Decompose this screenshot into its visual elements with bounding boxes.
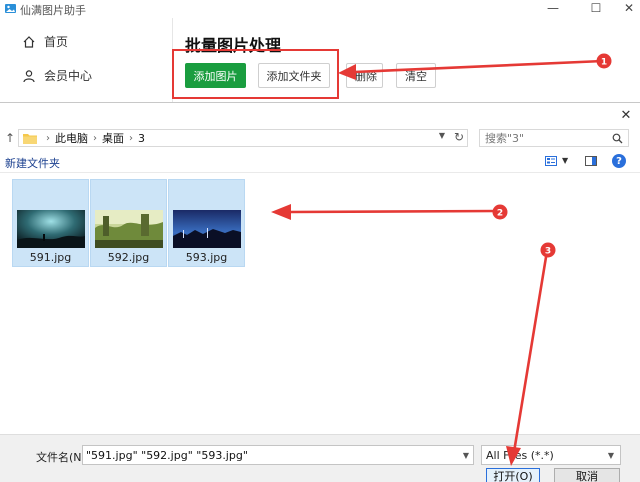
filename-value: "591.jpg" "592.jpg" "593.jpg" bbox=[86, 448, 248, 462]
highlight-box bbox=[172, 49, 339, 99]
dialog-close-button[interactable]: ✕ bbox=[618, 107, 634, 123]
delete-button[interactable]: 删除 bbox=[346, 63, 383, 88]
breadcrumb-separator-icon: › bbox=[93, 132, 97, 144]
breadcrumb-separator-icon: › bbox=[129, 132, 133, 144]
file-open-dialog: ✕ ↑ › 此电脑 › 桌面 › 3 ▼ ↻ 搜索"3" 新建文件夹 ▼ ? 5… bbox=[0, 102, 640, 482]
file-name: 593.jpg bbox=[185, 251, 228, 264]
breadcrumb-this-pc[interactable]: 此电脑 bbox=[55, 130, 88, 146]
annotation-marker-1-label: 1 bbox=[601, 58, 607, 68]
address-row: ↑ › 此电脑 › 桌面 › 3 ▼ ↻ 搜索"3" bbox=[0, 129, 640, 147]
sidebar-item-label: 首页 bbox=[44, 35, 69, 49]
clear-button[interactable]: 清空 bbox=[396, 63, 436, 88]
maximize-button[interactable]: ☐ bbox=[582, 0, 610, 16]
search-input[interactable]: 搜索"3" bbox=[479, 129, 629, 147]
app-titlebar: 仙满图片助手 — ☐ ✕ bbox=[0, 0, 640, 18]
view-options-icon[interactable] bbox=[545, 156, 557, 166]
file-name: 591.jpg bbox=[29, 251, 72, 264]
open-button[interactable]: 打开(O) bbox=[486, 468, 540, 482]
search-icon bbox=[612, 133, 623, 144]
user-icon bbox=[23, 69, 35, 82]
file-thumbnail bbox=[173, 210, 241, 248]
breadcrumb-folder-3[interactable]: 3 bbox=[138, 132, 145, 145]
breadcrumb-desktop[interactable]: 桌面 bbox=[102, 130, 124, 146]
filename-field[interactable]: "591.jpg" "592.jpg" "593.jpg" ▼ bbox=[82, 445, 474, 465]
file-tile[interactable]: 591.jpg bbox=[12, 179, 89, 267]
sidebar-item-home[interactable]: 首页 bbox=[22, 33, 68, 50]
app-logo-icon bbox=[5, 4, 16, 13]
file-thumbnail bbox=[95, 210, 163, 248]
filetype-select[interactable]: All Files (*.*) ▼ bbox=[481, 445, 621, 465]
sidebar-item-label: 会员中心 bbox=[44, 69, 93, 83]
breadcrumb-separator-icon: › bbox=[46, 132, 50, 144]
annotation-arrow-1 bbox=[353, 59, 604, 74]
file-name: 592.jpg bbox=[107, 251, 150, 264]
close-window-button[interactable]: ✕ bbox=[615, 0, 640, 16]
minimize-button[interactable]: — bbox=[539, 0, 567, 16]
address-bar[interactable]: › 此电脑 › 桌面 › 3 ▼ ↻ bbox=[18, 129, 468, 147]
app-title: 仙满图片助手 bbox=[20, 4, 86, 17]
home-icon bbox=[23, 35, 35, 48]
up-arrow-icon[interactable]: ↑ bbox=[5, 131, 17, 145]
cancel-button[interactable]: 取消 bbox=[554, 468, 620, 482]
preview-pane-icon[interactable] bbox=[585, 156, 597, 166]
screenshot-stage: 仙满图片助手 — ☐ ✕ 首页 会员中心 批量图片处理 添加图片 添加文件夹 删… bbox=[0, 0, 640, 482]
search-placeholder: 搜索"3" bbox=[485, 132, 525, 145]
delete-button-label: 删除 bbox=[355, 69, 377, 83]
command-bar: 新建文件夹 ▼ ? bbox=[0, 151, 640, 173]
sidebar-item-member-center[interactable]: 会员中心 bbox=[22, 67, 92, 84]
filename-dropdown-icon[interactable]: ▼ bbox=[463, 451, 469, 460]
address-dropdown-icon[interactable]: ▼ bbox=[439, 131, 445, 140]
folder-icon bbox=[23, 133, 37, 144]
file-thumbnail bbox=[17, 210, 85, 248]
refresh-icon[interactable]: ↻ bbox=[454, 130, 464, 144]
annotation-marker-1 bbox=[596, 53, 612, 69]
help-icon[interactable]: ? bbox=[612, 154, 626, 168]
view-dropdown-icon[interactable]: ▼ bbox=[562, 156, 568, 165]
file-tile[interactable]: 592.jpg bbox=[90, 179, 167, 267]
dialog-bottom-bar: 文件名(N): "591.jpg" "592.jpg" "593.jpg" ▼ … bbox=[0, 434, 640, 482]
filetype-value: All Files (*.*) bbox=[486, 448, 554, 462]
file-tile[interactable]: 593.jpg bbox=[168, 179, 245, 267]
filetype-dropdown-icon: ▼ bbox=[607, 451, 614, 460]
new-folder-button[interactable]: 新建文件夹 bbox=[5, 155, 60, 171]
